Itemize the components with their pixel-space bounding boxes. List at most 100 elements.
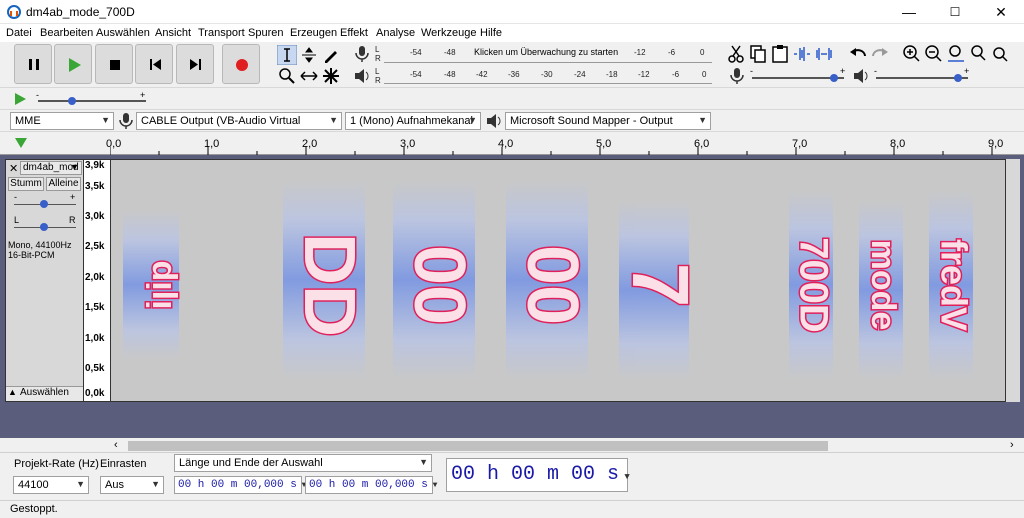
play-button[interactable] (54, 44, 92, 84)
chevron-down-icon: ▼ (427, 481, 438, 490)
close-button[interactable]: ✕ (978, 0, 1024, 24)
selection-tool-icon[interactable] (277, 45, 297, 65)
mute-button[interactable]: Stumm (8, 177, 44, 191)
zoom-in-icon[interactable] (902, 44, 922, 64)
record-volume-slider[interactable]: - + (750, 66, 848, 84)
microphone-icon (119, 113, 133, 129)
chevron-down-icon: ▼ (101, 115, 110, 125)
track-select-label: Auswählen (20, 387, 69, 398)
pause-icon (29, 59, 39, 70)
scroll-right-icon[interactable]: › (1010, 439, 1014, 451)
multi-tool-icon[interactable] (321, 66, 341, 86)
slider-thumb[interactable] (954, 74, 962, 82)
gain-min-label: - (14, 192, 17, 202)
menu-effekt[interactable]: Effekt (340, 27, 368, 39)
audio-position-display[interactable]: 00 h 00 m 00 s ▼ (446, 458, 630, 492)
menu-ansicht[interactable]: Ansicht (155, 27, 191, 39)
skip-end-button[interactable] (176, 44, 214, 84)
ruler-label: 8,0 (890, 138, 906, 150)
solo-button[interactable]: Alleine (46, 177, 81, 191)
silence-icon[interactable] (814, 44, 834, 64)
menu-werkzeuge[interactable]: Werkzeuge (421, 27, 476, 39)
pause-button[interactable] (14, 44, 52, 84)
pan-slider-thumb[interactable] (40, 223, 48, 231)
freq-label: 2,5k (85, 241, 105, 252)
track-name-menu[interactable]: dm4ab_mod ▼ (20, 161, 82, 175)
menu-transport[interactable]: Transport (198, 27, 245, 39)
spectro-word: mode (864, 240, 902, 331)
playback-device-value: Microsoft Sound Mapper - Output (510, 115, 673, 127)
menu-auswaehlen[interactable]: Auswählen (96, 27, 150, 39)
selection-end-time[interactable]: 00 h 00 m 00,000 s ▼ (305, 476, 437, 494)
track-close-button[interactable]: ✕ (9, 162, 18, 175)
zoom-tool-icon[interactable] (277, 66, 297, 86)
menu-erzeugen[interactable]: Erzeugen (290, 27, 337, 39)
ruler-label: 1,0 (204, 138, 220, 150)
menu-datei[interactable]: Datei (6, 27, 32, 39)
skip-start-button[interactable] (135, 44, 173, 84)
record-button[interactable] (222, 44, 260, 84)
stop-button[interactable] (95, 44, 133, 84)
fit-project-icon[interactable] (968, 44, 988, 64)
scroll-left-icon[interactable]: ‹ (114, 439, 118, 451)
play-meter-l: L (375, 67, 380, 76)
edit-toolbar (724, 44, 848, 64)
menu-analyse[interactable]: Analyse (376, 27, 415, 39)
selection-mode-select[interactable]: Länge und Ende der Auswahl ▼ (174, 454, 432, 472)
undo-icon[interactable] (848, 44, 868, 64)
envelope-tool-icon[interactable] (299, 45, 319, 65)
recording-device-select[interactable]: CABLE Output (VB-Audio Virtual ▼ (136, 112, 342, 130)
play-at-speed-icon[interactable] (12, 91, 28, 107)
zoom-toggle-icon[interactable] (990, 44, 1010, 64)
playback-volume-slider[interactable]: - + (874, 66, 972, 84)
record-scale-label: -54 (410, 48, 422, 57)
fit-selection-icon[interactable] (946, 44, 966, 64)
playback-device-select[interactable]: Microsoft Sound Mapper - Output ▼ (505, 112, 711, 130)
maximize-button[interactable]: ☐ (932, 0, 978, 24)
recording-channels-value: 1 (Mono) Aufnahmekanal (350, 115, 473, 127)
vertical-scrollbar[interactable] (1006, 159, 1020, 402)
collapse-icon: ▲ (8, 387, 17, 397)
play-scale-label: -12 (638, 70, 650, 79)
menu-spuren[interactable]: Spuren (248, 27, 283, 39)
cut-icon[interactable] (726, 44, 746, 64)
playback-meter[interactable]: -54 -48 -42 -36 -30 -24 -18 -12 -6 0 (384, 66, 712, 84)
slider-thumb[interactable] (68, 97, 76, 105)
redo-icon[interactable] (870, 44, 890, 64)
snap-select[interactable]: Aus ▼ (100, 476, 164, 494)
freq-label: 3,0k (85, 211, 105, 222)
menu-bearbeiten[interactable]: Bearbeiten (40, 27, 93, 39)
ruler-label: 3,0 (400, 138, 416, 150)
zoom-out-icon[interactable] (924, 44, 944, 64)
track-select-button[interactable]: ▲ Auswählen (6, 386, 83, 401)
speaker-icon[interactable] (352, 66, 372, 84)
audio-host-select[interactable]: MME ▼ (10, 112, 114, 130)
gain-slider-thumb[interactable] (40, 200, 48, 208)
skip-end-icon (190, 59, 201, 70)
trim-icon[interactable] (792, 44, 812, 64)
microphone-icon[interactable] (352, 45, 372, 63)
play-scale-label: -54 (410, 70, 422, 79)
menu-hilfe[interactable]: Hilfe (480, 27, 502, 39)
play-scale-label: -36 (508, 70, 520, 79)
paste-icon[interactable] (770, 44, 790, 64)
slider-max-label: + (964, 66, 970, 76)
selection-start-time[interactable]: 00 h 00 m 00,000 s ▼ (174, 476, 306, 494)
selection-mode-value: Länge und Ende der Auswahl (179, 457, 323, 469)
recording-channels-select[interactable]: 1 (Mono) Aufnahmekanal ▼ (345, 112, 481, 130)
pin-playhead-icon[interactable] (14, 136, 28, 150)
chevron-down-icon: ▼ (329, 115, 338, 125)
project-rate-select[interactable]: 44100 ▼ (13, 476, 89, 494)
timeshift-tool-icon[interactable] (299, 66, 319, 86)
scrollbar-thumb[interactable] (128, 441, 828, 451)
spectro-word: 00 (399, 245, 479, 325)
record-meter[interactable]: -54 -48 Klicken um Überwachung zu starte… (384, 45, 712, 63)
play-speed-slider[interactable]: - + (34, 90, 150, 108)
slider-thumb[interactable] (830, 74, 838, 82)
stop-icon (110, 60, 120, 70)
minimize-button[interactable]: — (886, 0, 932, 24)
spectrogram-view[interactable]: dᴉlᴉ DD 00 00 7 700D mode fredV (110, 159, 1006, 402)
slider-max-label: + (140, 90, 146, 100)
copy-icon[interactable] (748, 44, 768, 64)
draw-tool-icon[interactable] (321, 45, 341, 65)
